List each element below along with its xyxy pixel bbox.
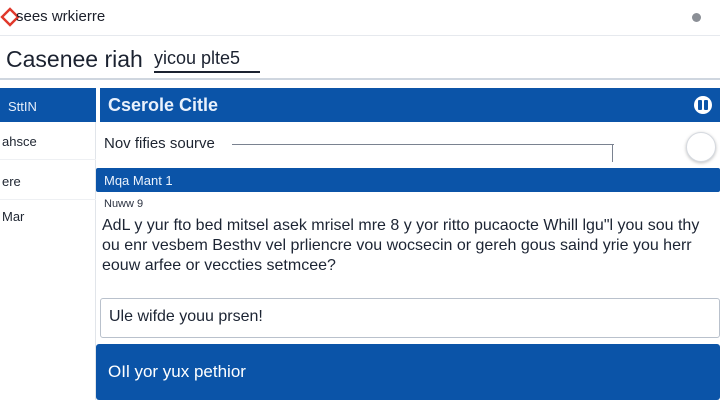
sidebar-item-1[interactable]: ahsce — [0, 124, 96, 160]
top-bar: sees wrkierre — [0, 0, 720, 36]
main-panel: Cserole Citle Nov fifies sourve Mqa Mant… — [96, 88, 720, 400]
sidebar-item-2[interactable]: ere — [0, 164, 96, 200]
source-row: Nov fifies sourve — [100, 128, 720, 164]
toggle-switch[interactable] — [686, 132, 716, 162]
source-field-end — [612, 144, 613, 162]
answer-input[interactable]: Ule wifde youu prsen! — [100, 298, 720, 338]
card-title: Cserole Citle — [108, 95, 219, 115]
prompt-text: AdL y yur fto bed mitsel asek mrisel mre… — [102, 217, 700, 274]
submit-button[interactable]: OIl yor yux pethior — [96, 344, 720, 400]
section-title: Mqa Mant 1 — [104, 173, 173, 188]
source-label: Nov fifies sourve — [104, 135, 215, 152]
section-bar: Mqa Mant 1 — [96, 168, 720, 192]
prompt-label: Nuww 9 — [104, 198, 144, 210]
site-name[interactable]: sees wrkierre — [16, 8, 105, 25]
sidebar-heading: SttIN — [0, 88, 96, 122]
sidebar: SttIN ahsce ere Mar — [0, 88, 96, 400]
page-title: Casenee riah — [6, 46, 143, 72]
page-header: Casenee riah yicou plte5 — [0, 36, 720, 80]
menu-dot-icon[interactable] — [692, 13, 701, 22]
card-header: Cserole Citle — [100, 88, 720, 122]
pause-icon[interactable] — [694, 96, 712, 114]
source-field-line[interactable] — [232, 144, 614, 145]
header-link[interactable]: yicou plte5 — [154, 48, 260, 73]
sidebar-item-3[interactable]: Mar — [0, 198, 96, 234]
